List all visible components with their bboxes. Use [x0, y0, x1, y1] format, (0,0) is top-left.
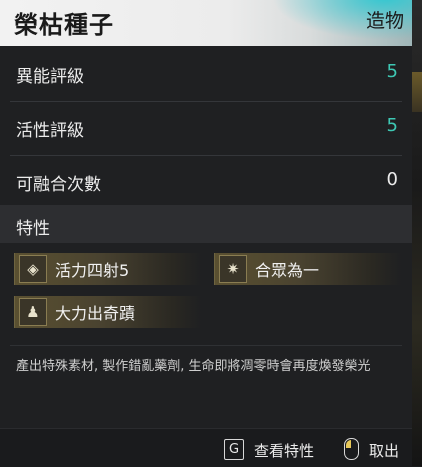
panel-edge [412, 0, 422, 466]
g-key-icon[interactable]: G [224, 439, 244, 460]
item-description: 產出特殊素材, 製作錯亂藥劑, 生命即將凋零時會再度煥發榮光 [16, 359, 371, 374]
item-category: 造物 [365, 10, 404, 32]
divider [10, 345, 402, 346]
trait-vitality[interactable]: ◈ 活力四射5 [14, 253, 201, 285]
traits-heading: 特性 [16, 219, 50, 239]
stat-label: 可融合次數 [16, 175, 101, 195]
stat-value: 0 [386, 169, 398, 190]
stat-row-fusion-count: 可融合次數 0 [0, 156, 412, 207]
stat-row-ability-rating: 異能評級 5 [0, 48, 412, 99]
item-title: 榮枯種子 [14, 11, 114, 39]
trait-unity[interactable]: ✷ 合眾為一 [214, 253, 401, 285]
trait-miracle-strength[interactable]: ♟ 大力出奇蹟 [14, 296, 201, 328]
footer-bar: G 查看特性 取出 [0, 428, 412, 467]
trait-label: 大力出奇蹟 [55, 304, 136, 323]
stat-value: 5 [386, 115, 398, 136]
item-header: 榮枯種子 造物 [0, 0, 412, 46]
stat-label: 異能評級 [16, 67, 84, 87]
figure-icon: ♟ [19, 298, 47, 326]
stat-value: 5 [386, 61, 398, 82]
stat-label: 活性評級 [16, 121, 84, 141]
take-out-button[interactable]: 取出 [369, 440, 399, 461]
stat-row-activity-rating: 活性評級 5 [0, 102, 412, 153]
trait-label: 活力四射5 [55, 261, 130, 280]
view-traits-button[interactable]: 查看特性 [254, 440, 314, 461]
mouse-left-click-icon [344, 438, 359, 460]
starburst-icon: ✷ [219, 255, 247, 283]
trait-label: 合眾為一 [255, 261, 320, 280]
diamond-icon: ◈ [19, 255, 47, 283]
traits-section-header: 特性 [0, 205, 412, 243]
panel-edge-accent [412, 72, 422, 112]
